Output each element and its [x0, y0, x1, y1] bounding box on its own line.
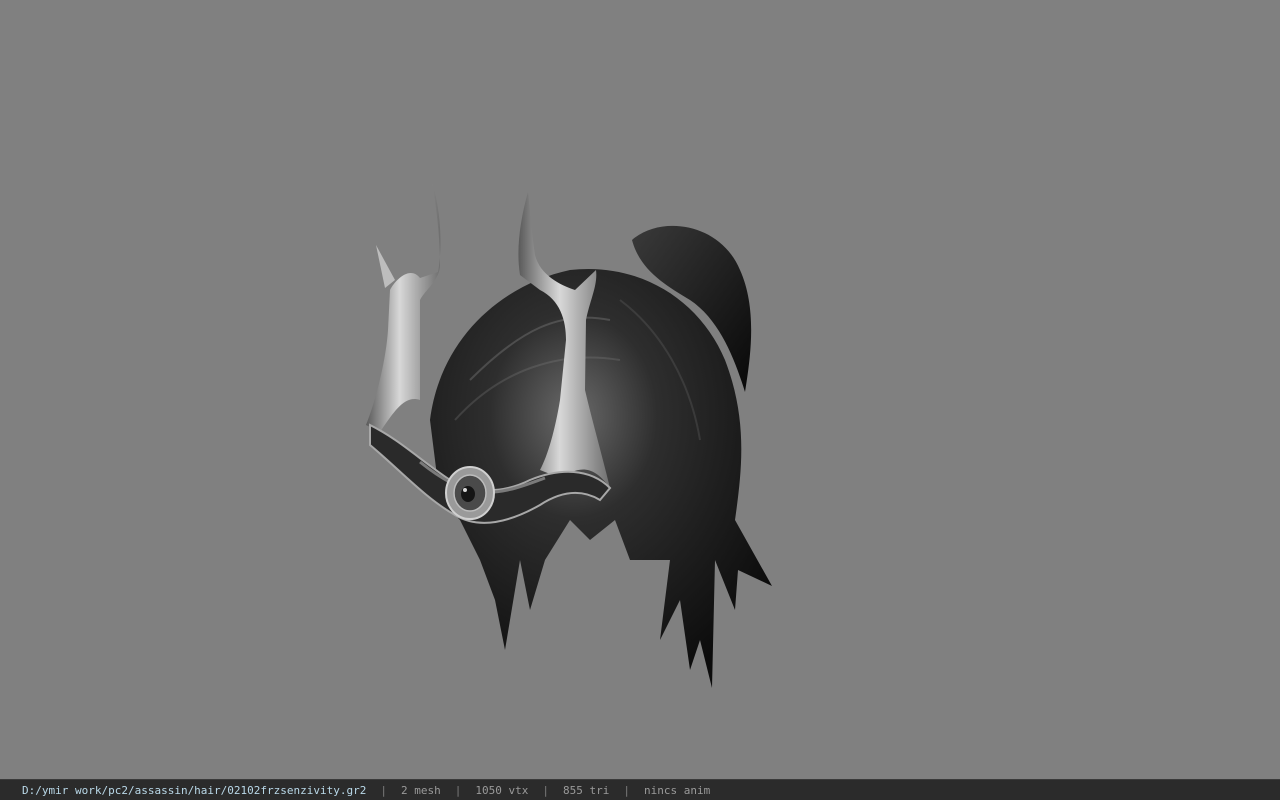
status-separator: |	[380, 783, 387, 797]
crown-left-horn	[366, 182, 441, 432]
crown-gem	[445, 466, 495, 520]
model-render	[366, 182, 772, 688]
status-separator: |	[623, 783, 630, 797]
triangle-count: 855 tri	[562, 783, 610, 797]
3d-viewport[interactable]	[0, 0, 1280, 779]
status-separator: |	[542, 783, 549, 797]
model-file-path: D:/ymir work/pc2/assassin/hair/02102frzs…	[22, 783, 367, 797]
vertex-count: 1050 vtx	[475, 783, 529, 797]
mesh-count: 2 mesh	[401, 783, 441, 797]
animation-status: nincs anim	[643, 783, 711, 797]
status-bar: D:/ymir work/pc2/assassin/hair/02102frzs…	[0, 779, 1280, 800]
status-separator: |	[454, 783, 462, 797]
